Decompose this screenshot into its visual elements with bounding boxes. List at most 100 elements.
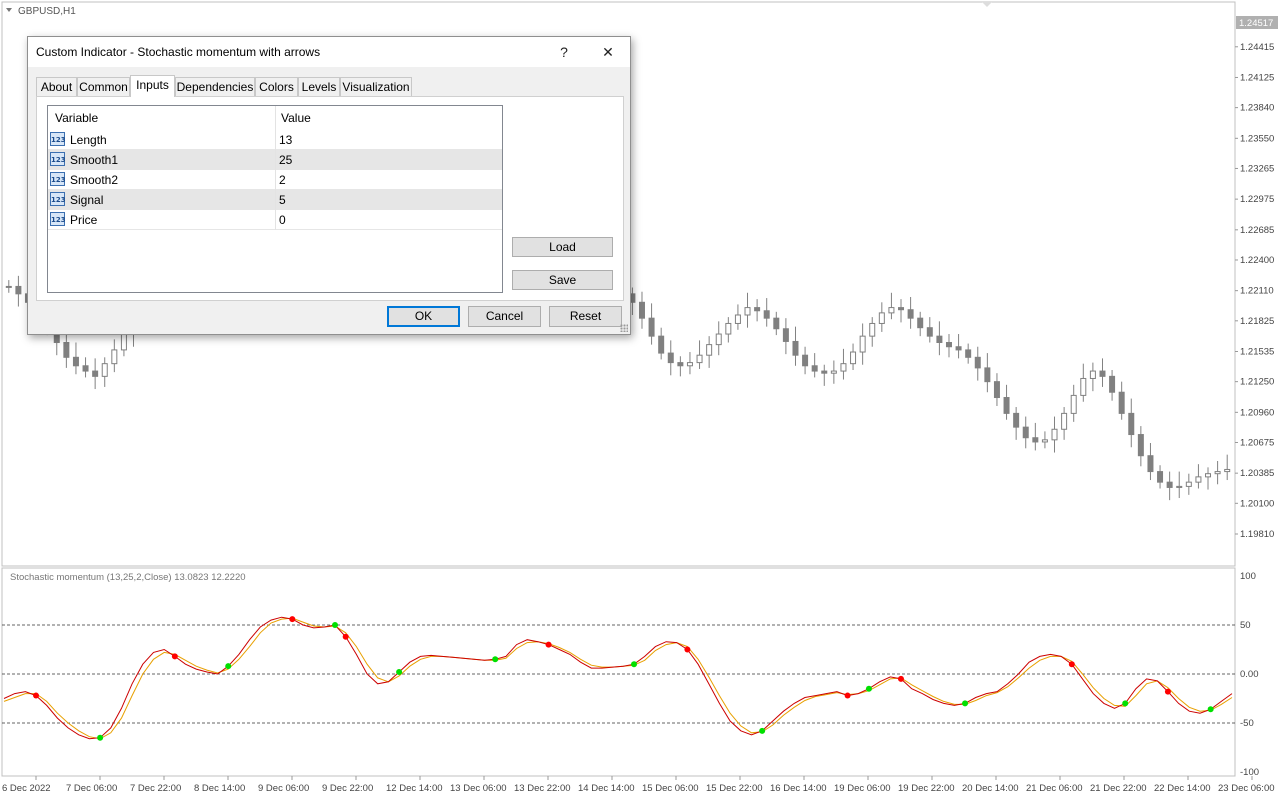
signal-line [3,617,1233,740]
candle-body [840,363,847,372]
candle-body [1089,370,1096,379]
candle-body [82,365,89,372]
indicator-lines [3,616,1233,740]
indicator-tick-label: -50 [1240,718,1254,729]
variable-name: Smooth1 [70,153,119,167]
price-axis: 1.24415 1.24125 1.23840 1.23550 1.23265 1.229… [1235,42,1274,540]
candle-body [648,317,655,337]
candle-body [821,370,828,374]
tab-about[interactable]: About [36,77,77,96]
time-tick-label: 9 Dec 06:00 [258,783,309,794]
tab-inputs[interactable]: Inputs [130,75,175,97]
load-button[interactable]: Load [512,237,613,257]
variable-value[interactable]: 13 [279,133,292,147]
tab-common[interactable]: Common [77,77,130,96]
dialog-titlebar[interactable]: Custom Indicator - Stochastic momentum w… [28,37,630,67]
symbol-dropdown-icon[interactable] [6,8,12,12]
candle-body [1022,426,1029,439]
price-tick-label: 1.22400 [1240,255,1274,266]
integer-icon: 123 [50,172,66,186]
integer-icon: 123 [50,132,66,146]
candle-body [782,328,789,342]
candle-body [773,317,780,330]
variable-name: Length [70,133,107,147]
header-variable[interactable]: Variable [55,111,98,125]
indicator-tick-label: 0.00 [1240,669,1259,680]
reset-button[interactable]: Reset [549,306,622,327]
candle-body [898,307,905,311]
tab-dependencies[interactable]: Dependencies [175,77,255,96]
candle-body [120,333,127,351]
time-tick-label: 8 Dec 14:00 [194,783,245,794]
integer-icon: 123 [50,152,66,166]
tab-levels[interactable]: Levels [298,77,340,96]
tab-colors[interactable]: Colors [255,77,298,96]
price-tick-label: 1.21250 [1240,377,1274,388]
candle-body [706,344,713,356]
candle-body [878,312,885,324]
variable-value[interactable]: 2 [279,173,286,187]
buy-signal-dot [332,622,339,628]
candle-body [1214,471,1221,475]
time-tick-label: 20 Dec 14:00 [962,783,1019,794]
candle-body [658,335,665,354]
candle-body [830,370,837,374]
candle-body [1128,412,1135,436]
candle-body [1137,434,1144,457]
cancel-button[interactable]: Cancel [468,306,541,327]
time-tick-label: 21 Dec 06:00 [1026,783,1083,794]
buy-signal-dot [225,663,232,670]
help-icon[interactable]: ? [542,37,586,67]
buy-signal-dot [492,656,499,663]
time-tick-label: 16 Dec 14:00 [770,783,827,794]
indicator-tick-label: 100 [1240,571,1256,582]
save-button[interactable]: Save [512,270,613,290]
resize-grip-icon[interactable] [620,324,628,332]
sell-signal-dot [684,646,691,653]
indicator-levels [2,624,1235,724]
tab-visualization[interactable]: Visualization [340,77,412,96]
buy-signal-dot [396,669,403,676]
candle-body [984,367,991,383]
variable-name: Signal [70,193,104,207]
price-tick-label: 1.22685 [1240,225,1274,236]
time-axis: 6 Dec 2022 7 Dec 06:00 7 Dec 22:00 8 Dec 14… [2,776,1275,794]
candle-body [1224,468,1231,473]
time-tick-label: 13 Dec 06:00 [450,783,507,794]
variable-value[interactable]: 0 [279,213,286,227]
candle-body [965,349,972,358]
candle-body [1061,412,1068,430]
candle-body [1166,481,1173,488]
candle-body [677,362,684,367]
time-tick-label: 9 Dec 22:00 [322,783,373,794]
price-tick-label: 1.23265 [1240,163,1274,174]
variable-value[interactable]: 25 [279,153,292,167]
ok-button[interactable]: OK [387,306,460,327]
candle-body [1195,476,1202,483]
time-tick-label: 19 Dec 06:00 [834,783,891,794]
sell-signal-dot [897,675,904,682]
candle-body [111,349,118,365]
candle-body [1147,455,1154,473]
candle-body [15,285,22,295]
variable-value[interactable]: 5 [279,193,286,207]
sell-signal-dot [844,692,851,699]
symbol-label: GBPUSD,H1 [18,6,76,17]
candle-body [802,354,809,367]
price-tick-label: 1.19810 [1240,529,1274,540]
candle-body [754,307,761,312]
buy-signal-dot [631,661,638,668]
candle-body [792,340,799,356]
close-icon[interactable]: ✕ [586,37,630,67]
column-separator[interactable] [275,106,276,230]
time-tick-label: 7 Dec 22:00 [130,783,181,794]
indicator-axis: 100 50 0.00 -50 -100 [1240,571,1259,778]
candle-body [936,335,943,344]
indicator-tick-label: -100 [1240,767,1259,778]
candle-body [850,351,857,365]
sell-signal-dot [171,653,178,660]
candle-body [1157,471,1164,483]
sell-signal-dot [342,633,349,640]
header-value[interactable]: Value [281,111,311,125]
time-tick-label: 19 Dec 22:00 [898,783,955,794]
